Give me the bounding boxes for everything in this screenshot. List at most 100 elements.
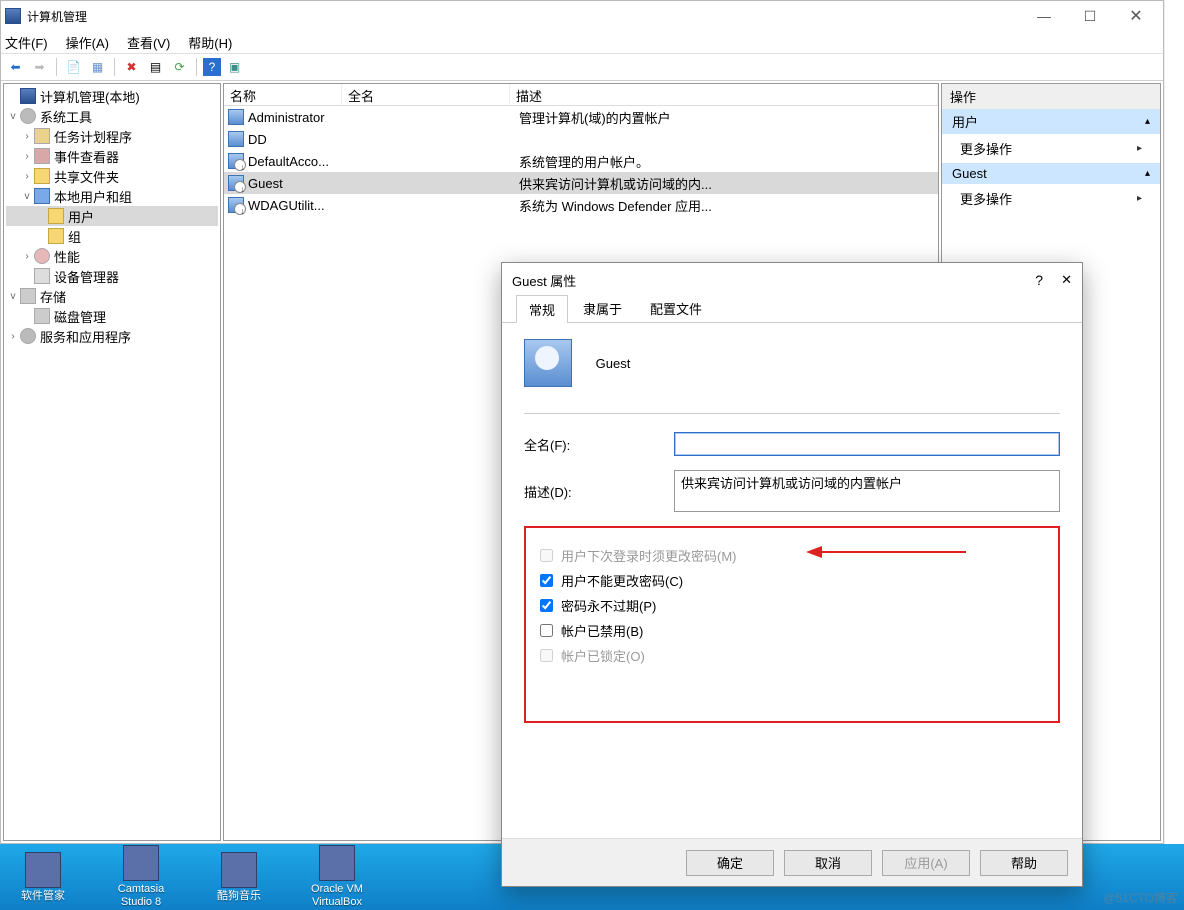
dialog-titlebar[interactable]: Guest 属性 ? ✕: [502, 263, 1082, 297]
user-name: Administrator: [248, 110, 355, 125]
dialog-button-bar: 确定 取消 应用(A) 帮助: [502, 838, 1082, 886]
tree-panel[interactable]: 计算机管理(本地) v系统工具 ›任务计划程序 ›事件查看器 ›共享文件夹 v本…: [3, 83, 221, 841]
tree-users[interactable]: 用户: [68, 207, 94, 226]
actions-header: 操作: [942, 84, 1160, 109]
actions-group-users[interactable]: 用户▴: [942, 109, 1160, 134]
user-name: DD: [248, 132, 355, 147]
column-headers[interactable]: 名称 全名 描述: [224, 84, 938, 106]
user-icon: [228, 109, 244, 125]
desktop-icon[interactable]: Camtasia Studio 8: [106, 845, 176, 909]
toolbar: ⬅ ➡ 📄 ▦ ✖ ▤ ⟳ ? ▣: [1, 53, 1163, 81]
checkbox-password-never-expires[interactable]: 密码永不过期(P): [536, 596, 1048, 615]
user-description: 供来宾访问计算机或访问域的内...: [519, 174, 938, 193]
tree-root[interactable]: 计算机管理(本地): [40, 87, 140, 106]
description-field[interactable]: [674, 470, 1060, 512]
tools-icon: [20, 108, 36, 124]
tree-local-users-groups[interactable]: 本地用户和组: [54, 187, 132, 206]
storage-icon: [20, 288, 36, 304]
menu-help[interactable]: 帮助(H): [188, 33, 232, 52]
dialog-title: Guest 属性: [512, 271, 576, 290]
refresh-button[interactable]: ⟳: [169, 57, 190, 78]
tree-disk-management[interactable]: 磁盘管理: [54, 307, 106, 326]
help-button[interactable]: 帮助: [980, 850, 1068, 876]
col-fullname[interactable]: 全名: [342, 84, 510, 105]
tree-system-tools[interactable]: 系统工具: [40, 107, 92, 126]
services-icon: [20, 328, 36, 344]
checkbox-account-locked: 帐户已锁定(O): [536, 646, 1048, 665]
menu-view[interactable]: 查看(V): [127, 33, 170, 52]
fullname-field[interactable]: [674, 432, 1060, 456]
user-row[interactable]: Guest 供来宾访问计算机或访问域的内...: [224, 172, 938, 194]
tree-services[interactable]: 服务和应用程序: [40, 327, 131, 346]
col-name[interactable]: 名称: [224, 84, 342, 105]
tab-general[interactable]: 常规: [516, 295, 568, 323]
titlebar[interactable]: 计算机管理 — ☐ ✕: [1, 1, 1163, 31]
desktop-icon[interactable]: 软件管家: [8, 852, 78, 903]
folder-icon: [48, 228, 64, 244]
dialog-help-button[interactable]: ?: [1035, 272, 1043, 288]
properties-button[interactable]: ▤: [145, 57, 166, 78]
clock-icon: [34, 128, 50, 144]
dialog-tabs: 常规 隶属于 配置文件: [502, 297, 1082, 323]
up-button[interactable]: 📄: [63, 57, 84, 78]
user-name: Guest: [248, 176, 355, 191]
view-button[interactable]: ▦: [87, 57, 108, 78]
actions-more-guest[interactable]: 更多操作▸: [942, 184, 1160, 213]
tree-device-manager[interactable]: 设备管理器: [54, 267, 119, 286]
app-icon: [5, 8, 21, 24]
tree-groups[interactable]: 组: [68, 227, 81, 246]
forward-button[interactable]: ➡: [29, 57, 50, 78]
share-icon: [34, 168, 50, 184]
menu-action[interactable]: 操作(A): [66, 33, 109, 52]
tree-task-scheduler[interactable]: 任务计划程序: [54, 127, 132, 146]
col-description[interactable]: 描述: [510, 84, 938, 105]
desktop-icon[interactable]: Oracle VM VirtualBox: [302, 845, 372, 909]
tree-event-viewer[interactable]: 事件查看器: [54, 147, 119, 166]
desktop-icon[interactable]: 酷狗音乐: [204, 852, 274, 903]
user-row[interactable]: WDAGUtilit...系统为 Windows Defender 应用...: [224, 194, 938, 216]
computer-icon: [20, 88, 36, 104]
user-name: WDAGUtilit...: [248, 198, 355, 213]
window-title: 计算机管理: [27, 8, 1021, 25]
event-icon: [34, 148, 50, 164]
actions-group-guest[interactable]: Guest▴: [942, 163, 1160, 184]
checkbox-cannot-change-password[interactable]: 用户不能更改密码(C): [536, 571, 1048, 590]
user-row[interactable]: Administrator管理计算机(域)的内置帐户: [224, 106, 938, 128]
background-window-edge: [1164, 0, 1184, 844]
actions-more-users[interactable]: 更多操作▸: [942, 134, 1160, 163]
tab-profile[interactable]: 配置文件: [637, 294, 715, 322]
perf-icon: [34, 248, 50, 264]
fullname-label: 全名(F):: [524, 435, 674, 454]
dialog-close-button[interactable]: ✕: [1061, 272, 1072, 288]
user-icon: [228, 131, 244, 147]
cancel-button[interactable]: 取消: [784, 850, 872, 876]
export-button[interactable]: ▣: [224, 57, 245, 78]
minimize-button[interactable]: —: [1021, 1, 1067, 31]
close-button[interactable]: ✕: [1113, 1, 1159, 31]
user-name: DefaultAcco...: [248, 154, 355, 169]
user-icon: [228, 175, 244, 191]
tree-shared-folders[interactable]: 共享文件夹: [54, 167, 119, 186]
user-icon: [228, 197, 244, 213]
user-row[interactable]: DefaultAcco... 系统管理的用户帐户。: [224, 150, 938, 172]
delete-button[interactable]: ✖: [121, 57, 142, 78]
tab-member-of[interactable]: 隶属于: [570, 294, 635, 322]
tree-storage[interactable]: 存储: [40, 287, 66, 306]
ok-button[interactable]: 确定: [686, 850, 774, 876]
tree-performance[interactable]: 性能: [54, 247, 80, 266]
checkbox-must-change-password: 用户下次登录时须更改密码(M): [536, 546, 1048, 565]
maximize-button[interactable]: ☐: [1067, 1, 1113, 31]
user-avatar-icon: [524, 339, 572, 387]
back-button[interactable]: ⬅: [5, 57, 26, 78]
apply-button[interactable]: 应用(A): [882, 850, 970, 876]
menu-bar: 文件(F) 操作(A) 查看(V) 帮助(H): [1, 31, 1163, 53]
device-icon: [34, 268, 50, 284]
user-row[interactable]: DD: [224, 128, 938, 150]
checkbox-account-disabled[interactable]: 帐户已禁用(B): [536, 621, 1048, 640]
help-button[interactable]: ?: [203, 58, 221, 76]
folder-icon: [48, 208, 64, 224]
menu-file[interactable]: 文件(F): [5, 33, 48, 52]
user-description: 系统管理的用户帐户。: [519, 152, 938, 171]
disk-icon: [34, 308, 50, 324]
description-label: 描述(D):: [524, 482, 674, 501]
